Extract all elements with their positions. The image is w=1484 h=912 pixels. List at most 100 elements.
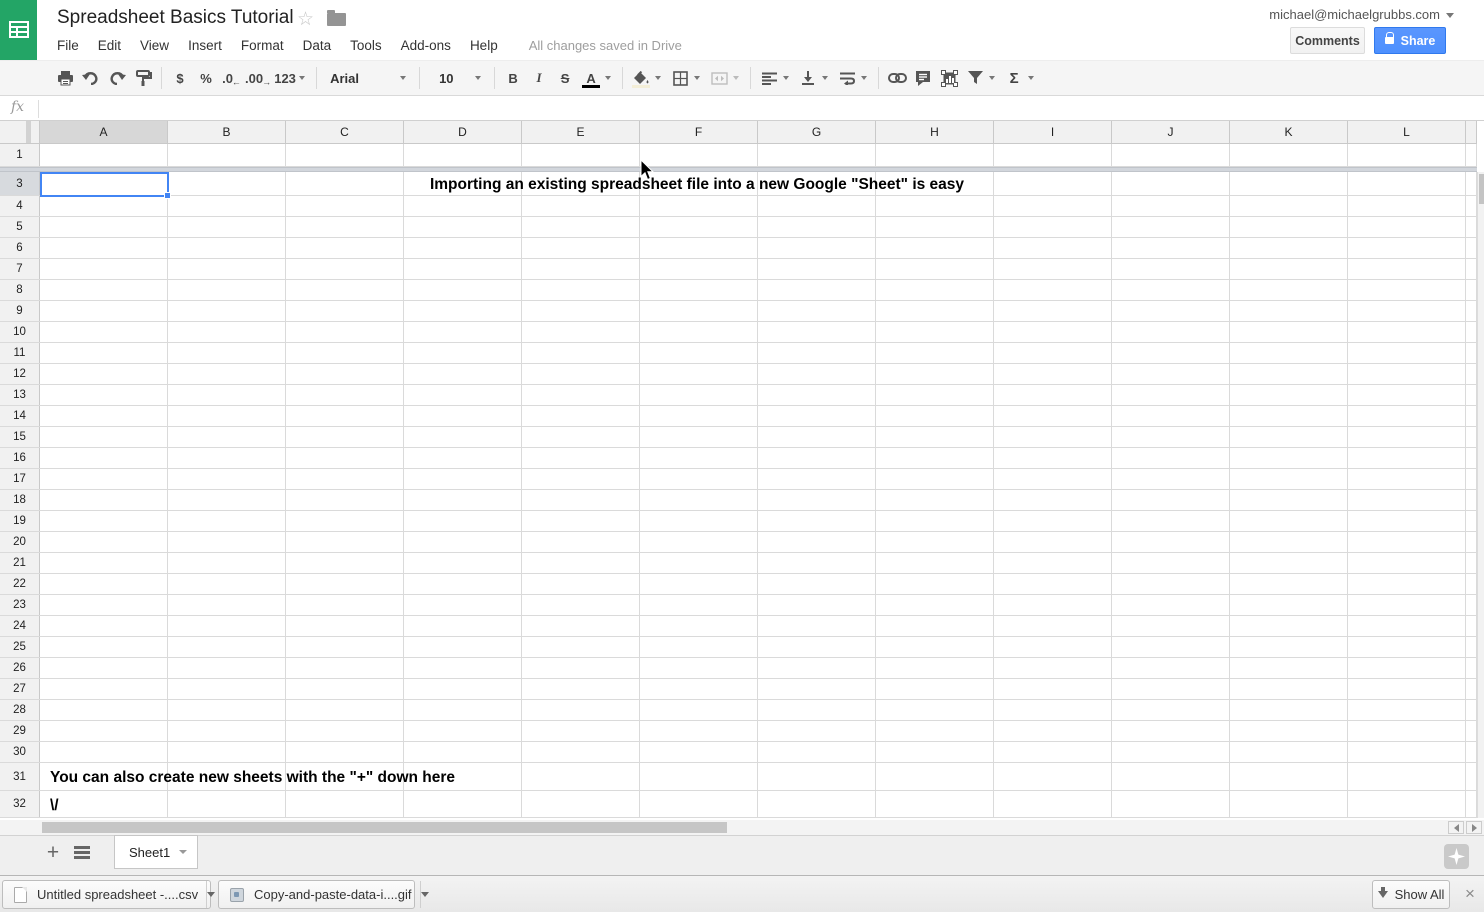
cell-B13[interactable] <box>168 385 286 405</box>
cell-D6[interactable] <box>404 238 522 258</box>
vertical-scrollbar[interactable] <box>1477 172 1484 818</box>
cell-I29[interactable] <box>994 721 1112 741</box>
cell-C24[interactable] <box>286 616 404 636</box>
cell-F15[interactable] <box>640 427 758 447</box>
row-header-25[interactable]: 25 <box>0 637 40 657</box>
cell-A22[interactable] <box>40 574 168 594</box>
cell-D7[interactable] <box>404 259 522 279</box>
cell-D28[interactable] <box>404 700 522 720</box>
cell-A10[interactable] <box>40 322 168 342</box>
cell-K1[interactable] <box>1230 144 1348 166</box>
cell-L19[interactable] <box>1348 511 1466 531</box>
cell-D12[interactable] <box>404 364 522 384</box>
cell-E25[interactable] <box>522 637 640 657</box>
row-header-30[interactable]: 30 <box>0 742 40 762</box>
cell-J19[interactable] <box>1112 511 1230 531</box>
cell-J26[interactable] <box>1112 658 1230 678</box>
column-header-C[interactable]: C <box>286 121 404 144</box>
formula-bar[interactable]: fx <box>0 97 1484 121</box>
cell-J6[interactable] <box>1112 238 1230 258</box>
cell-K20[interactable] <box>1230 532 1348 552</box>
cell-C29[interactable] <box>286 721 404 741</box>
cell-I11[interactable] <box>994 343 1112 363</box>
cell-C10[interactable] <box>286 322 404 342</box>
row-header-29[interactable]: 29 <box>0 721 40 741</box>
cell-J30[interactable] <box>1112 742 1230 762</box>
paint-format-button[interactable] <box>130 66 156 90</box>
add-sheet-button[interactable]: + <box>42 840 64 866</box>
account-email[interactable]: michael@michaelgrubbs.com <box>1269 7 1454 22</box>
cell-A19[interactable] <box>40 511 168 531</box>
row-header-24[interactable]: 24 <box>0 616 40 636</box>
cell-A25[interactable] <box>40 637 168 657</box>
cell-D21[interactable] <box>404 553 522 573</box>
menu-addons[interactable]: Add-ons <box>401 38 451 53</box>
cell-F23[interactable] <box>640 595 758 615</box>
cell-D18[interactable] <box>404 490 522 510</box>
cell-G25[interactable] <box>758 637 876 657</box>
cell-B5[interactable] <box>168 217 286 237</box>
cell-A26[interactable] <box>40 658 168 678</box>
cell-A15[interactable] <box>40 427 168 447</box>
cell-F30[interactable] <box>640 742 758 762</box>
cell-J1[interactable] <box>1112 144 1230 166</box>
cell-C28[interactable] <box>286 700 404 720</box>
all-sheets-menu-icon[interactable] <box>74 846 90 859</box>
cell-A6[interactable] <box>40 238 168 258</box>
cell-L26[interactable] <box>1348 658 1466 678</box>
cell-A30[interactable] <box>40 742 168 762</box>
cell-K4[interactable] <box>1230 196 1348 216</box>
cell-D11[interactable] <box>404 343 522 363</box>
cell-K25[interactable] <box>1230 637 1348 657</box>
tab-sheet1[interactable]: Sheet1 <box>114 835 198 869</box>
cell-C9[interactable] <box>286 301 404 321</box>
cell-B1[interactable] <box>168 144 286 166</box>
cell-B28[interactable] <box>168 700 286 720</box>
cell-C15[interactable] <box>286 427 404 447</box>
cell-E32[interactable] <box>522 791 640 817</box>
row-header-14[interactable]: 14 <box>0 406 40 426</box>
cell-I25[interactable] <box>994 637 1112 657</box>
column-header-G[interactable]: G <box>758 121 876 144</box>
cell-L23[interactable] <box>1348 595 1466 615</box>
cell-I5[interactable] <box>994 217 1112 237</box>
cell-F16[interactable] <box>640 448 758 468</box>
cell-L18[interactable] <box>1348 490 1466 510</box>
cell-D32[interactable] <box>404 791 522 817</box>
cell-F13[interactable] <box>640 385 758 405</box>
cell-E6[interactable] <box>522 238 640 258</box>
close-downloads-bar-button[interactable]: × <box>1459 881 1481 907</box>
cell-A29[interactable] <box>40 721 168 741</box>
cell-C6[interactable] <box>286 238 404 258</box>
cell-F29[interactable] <box>640 721 758 741</box>
cell-L31[interactable] <box>1348 763 1466 790</box>
cell-D24[interactable] <box>404 616 522 636</box>
cell-H10[interactable] <box>876 322 994 342</box>
star-icon[interactable]: ☆ <box>297 8 314 31</box>
cell-C27[interactable] <box>286 679 404 699</box>
cell-L25[interactable] <box>1348 637 1466 657</box>
cell-K19[interactable] <box>1230 511 1348 531</box>
cell-I9[interactable] <box>994 301 1112 321</box>
menu-help[interactable]: Help <box>470 38 498 53</box>
cell-B17[interactable] <box>168 469 286 489</box>
select-all-corner[interactable] <box>0 121 40 144</box>
column-header-I[interactable]: I <box>994 121 1112 144</box>
cell-G19[interactable] <box>758 511 876 531</box>
cell-J24[interactable] <box>1112 616 1230 636</box>
cell-L29[interactable] <box>1348 721 1466 741</box>
cell-C14[interactable] <box>286 406 404 426</box>
cell-I21[interactable] <box>994 553 1112 573</box>
insert-chart-button[interactable] <box>936 66 962 90</box>
cell-H22[interactable] <box>876 574 994 594</box>
cell-I26[interactable] <box>994 658 1112 678</box>
row-header-11[interactable]: 11 <box>0 343 40 363</box>
row-header-31[interactable]: 31 <box>0 763 40 790</box>
cell-K30[interactable] <box>1230 742 1348 762</box>
cell-D1[interactable] <box>404 144 522 166</box>
cell-F7[interactable] <box>640 259 758 279</box>
download-item-csv[interactable]: Untitled spreadsheet -....csv <box>2 880 211 909</box>
insert-comment-button[interactable] <box>910 66 936 90</box>
cell-G5[interactable] <box>758 217 876 237</box>
cell-I17[interactable] <box>994 469 1112 489</box>
